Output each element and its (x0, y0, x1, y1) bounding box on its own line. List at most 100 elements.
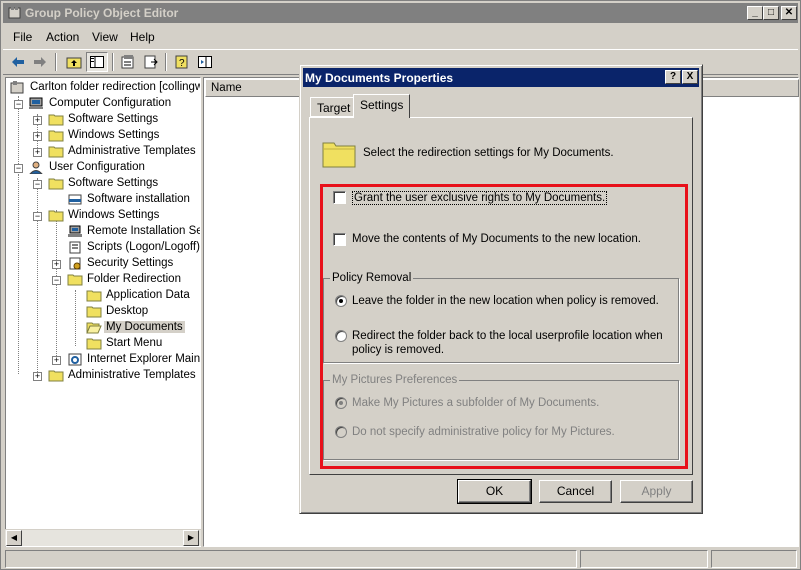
svg-text:?: ? (179, 58, 185, 69)
folder-icon (86, 290, 102, 302)
expand-toggle[interactable]: + (33, 116, 42, 125)
cancel-button[interactable]: Cancel (539, 480, 612, 503)
pictures-nopolicy-radio[interactable] (335, 426, 347, 438)
pictures-subfolder-radio[interactable] (335, 397, 347, 409)
menu-action[interactable]: Action (46, 30, 79, 44)
tree-item-computer-configuration[interactable]: − Computer Configuration (6, 96, 200, 112)
redirect-back-label-1[interactable]: Redirect the folder back to the local us… (352, 330, 663, 342)
tree-item-start-menu[interactable]: Start Menu (6, 336, 200, 352)
my-pictures-preferences-label: My Pictures Preferences (330, 374, 460, 386)
expand-toggle[interactable]: + (52, 260, 61, 269)
toolbar-separator (55, 53, 57, 71)
folder-icon (48, 146, 64, 158)
redirect-back-label-2[interactable]: policy is removed. (352, 344, 444, 356)
forward-button[interactable] (29, 52, 51, 72)
dialog-close-button[interactable]: X (682, 70, 698, 84)
tree-item-my-documents[interactable]: My Documents (6, 320, 200, 336)
tree-label: Folder Redirection (87, 273, 181, 285)
move-contents-label[interactable]: Move the contents of My Documents to the… (352, 233, 641, 245)
folder-icon (86, 338, 102, 350)
settings-tab-panel: Select the redirection settings for My D… (309, 117, 693, 475)
scroll-right-button[interactable]: ▶ (183, 530, 199, 546)
ok-button[interactable]: OK (457, 479, 532, 504)
status-panel (5, 550, 577, 568)
tree-label: Software Settings (68, 113, 159, 125)
tree-item-security-settings[interactable]: + Security Settings (6, 256, 200, 272)
maximize-button[interactable]: □ (763, 6, 779, 20)
collapse-toggle[interactable]: − (14, 164, 23, 173)
minimize-button[interactable]: _ (747, 6, 763, 20)
menu-view[interactable]: View (92, 30, 118, 44)
tree-horizontal-scrollbar[interactable]: ◀ ▶ (5, 529, 201, 546)
ie-maintenance-icon (68, 353, 82, 366)
tree-label: Administrative Templates (68, 145, 196, 157)
export-list-button[interactable] (140, 52, 162, 72)
help-book-icon: ? (175, 55, 188, 69)
tree-label: Windows Settings (68, 129, 160, 141)
expand-toggle[interactable]: + (33, 148, 42, 157)
tree-item-cc-windows-settings[interactable]: + Windows Settings (6, 128, 200, 144)
tree-label: Application Data (106, 289, 190, 301)
tree-item-user-configuration[interactable]: − User Configuration (6, 160, 200, 176)
expand-toggle[interactable]: + (33, 132, 42, 141)
up-level-button[interactable] (63, 52, 85, 72)
pictures-nopolicy-label[interactable]: Do not specify administrative policy for… (352, 426, 615, 438)
status-panel (580, 550, 708, 568)
show-description-button[interactable] (194, 52, 216, 72)
back-arrow-icon (12, 57, 24, 67)
tree-label: Administrative Templates (68, 369, 196, 381)
up-folder-icon (66, 57, 82, 69)
tree-item-uc-administrative-templates[interactable]: + Administrative Templates (6, 368, 200, 384)
software-install-icon (68, 194, 82, 205)
description-pane-icon (198, 56, 212, 68)
tab-settings[interactable]: Settings (353, 94, 411, 118)
leave-folder-label[interactable]: Leave the folder in the new location whe… (352, 295, 659, 307)
expand-toggle[interactable]: + (52, 356, 61, 365)
expand-toggle[interactable]: + (33, 372, 42, 381)
window-titlebar[interactable]: Group Policy Object Editor _ □ ✕ (3, 3, 798, 23)
tree-item-software-installation[interactable]: Software installation (6, 192, 200, 208)
tree-item-uc-windows-settings[interactable]: − Windows Settings (6, 208, 200, 224)
my-pictures-preferences-group (323, 380, 679, 460)
back-button[interactable] (7, 52, 29, 72)
grant-exclusive-rights-label[interactable]: Grant the user exclusive rights to My Do… (352, 191, 608, 205)
tab-target[interactable]: Target (310, 97, 358, 117)
close-button[interactable]: ✕ (781, 6, 797, 20)
menu-file[interactable]: File (13, 30, 32, 44)
show-hide-tree-button[interactable] (86, 52, 108, 72)
tree-item-application-data[interactable]: Application Data (6, 288, 200, 304)
apply-button[interactable]: Apply (620, 480, 693, 503)
grant-exclusive-rights-checkbox[interactable] (333, 191, 346, 204)
tree-label: Software Settings (68, 177, 159, 189)
remote-install-icon (68, 225, 82, 237)
gpo-app-icon (8, 6, 21, 19)
tree-item-desktop[interactable]: Desktop (6, 304, 200, 320)
help-button[interactable]: ? (171, 52, 193, 72)
computer-icon (29, 97, 43, 109)
my-documents-properties-dialog: My Documents Properties ? X Target Setti… (299, 64, 703, 514)
collapse-toggle[interactable]: − (33, 212, 42, 221)
tree-item-folder-redirection[interactable]: − Folder Redirection (6, 272, 200, 288)
dialog-help-button[interactable]: ? (665, 70, 681, 84)
tree-label: My Documents (104, 321, 185, 333)
pictures-subfolder-label[interactable]: Make My Pictures a subfolder of My Docum… (352, 397, 599, 409)
tree-item-remote-installation[interactable]: Remote Installation Ser (6, 224, 200, 240)
redirect-back-radio[interactable] (335, 330, 347, 342)
move-contents-checkbox[interactable] (333, 233, 346, 246)
collapse-toggle[interactable]: − (52, 276, 61, 285)
tree-item-scripts[interactable]: Scripts (Logon/Logoff) (6, 240, 200, 256)
scroll-left-button[interactable]: ◀ (6, 530, 22, 546)
leave-folder-radio[interactable] (335, 295, 347, 307)
collapse-toggle[interactable]: − (33, 180, 42, 189)
tree-label: Software installation (87, 193, 190, 205)
dialog-titlebar[interactable]: My Documents Properties ? X (303, 68, 699, 87)
tree-item-cc-administrative-templates[interactable]: + Administrative Templates (6, 144, 200, 160)
tree-root[interactable]: Carlton folder redirection [collingwo (6, 80, 200, 96)
menu-help[interactable]: Help (130, 30, 155, 44)
collapse-toggle[interactable]: − (14, 100, 23, 109)
tree-item-cc-software-settings[interactable]: + Software Settings (6, 112, 200, 128)
properties-button[interactable] (117, 52, 139, 72)
tree-item-internet-explorer-maintenance[interactable]: + Internet Explorer Maint (6, 352, 200, 368)
tree-item-uc-software-settings[interactable]: − Software Settings (6, 176, 200, 192)
tree-pane[interactable]: Carlton folder redirection [collingwo − … (5, 77, 201, 547)
